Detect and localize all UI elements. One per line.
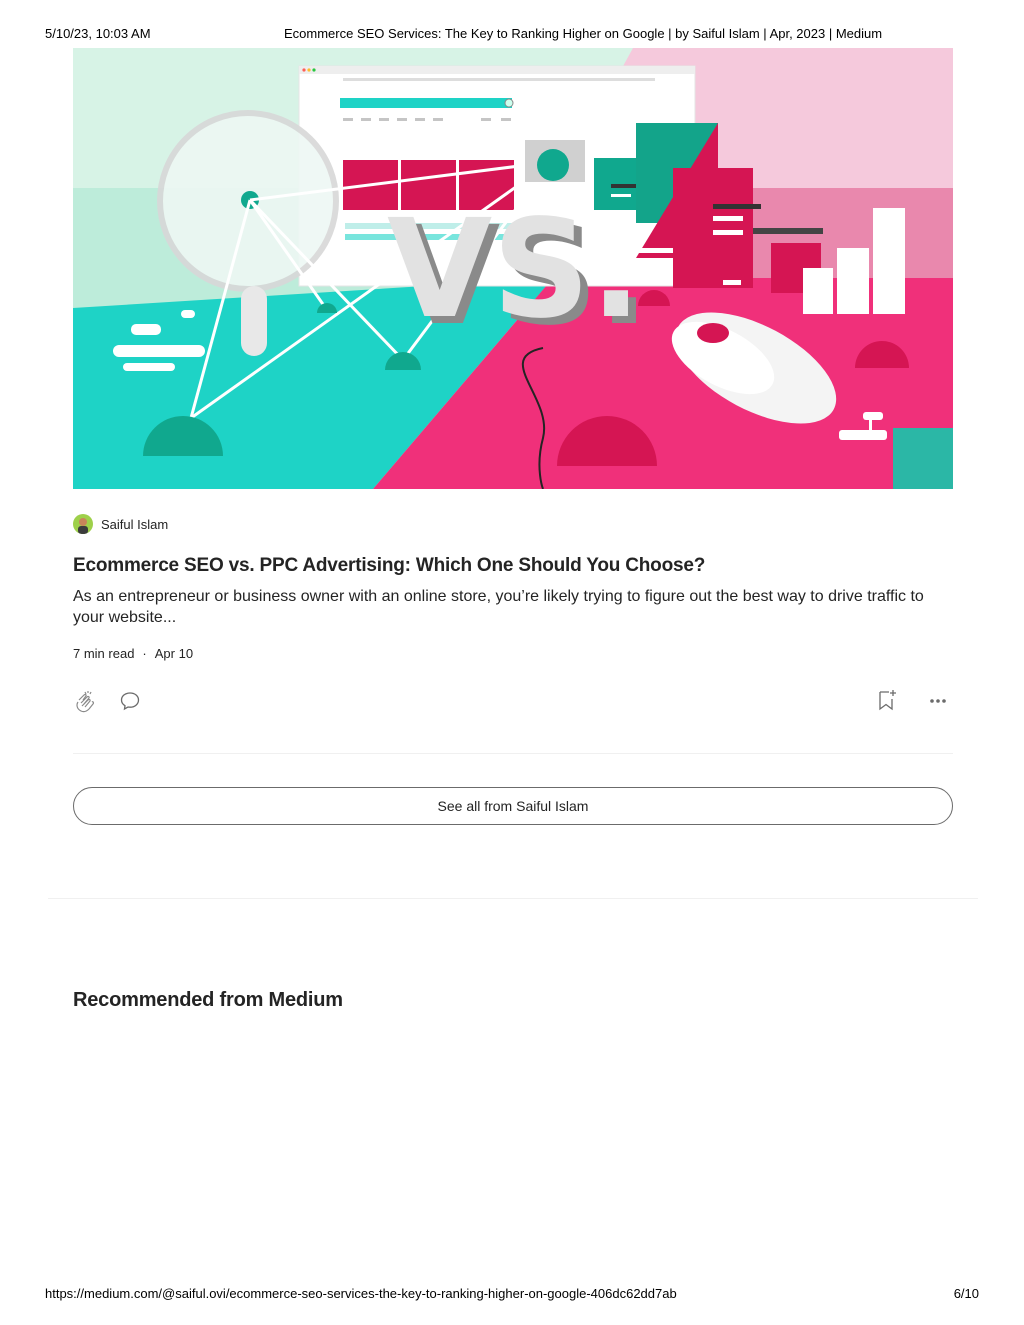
post-title[interactable]: Ecommerce SEO vs. PPC Advertising: Which… — [73, 555, 953, 577]
post-date: Apr 10 — [154, 646, 194, 661]
author-row[interactable]: Saiful Islam — [73, 513, 168, 535]
post-excerpt[interactable]: As an entrepreneur or business owner wit… — [73, 586, 953, 628]
post-actions — [73, 688, 953, 714]
print-header: 5/10/23, 10:03 AM Ecommerce SEO Services… — [0, 24, 1024, 42]
section-divider — [48, 898, 978, 899]
hero-image: VS. VS. — [73, 48, 953, 489]
see-all-button[interactable]: See all from Saiful Islam — [73, 787, 953, 825]
recommended-heading: Recommended from Medium — [73, 989, 343, 1011]
read-time: 7 min read — [73, 646, 135, 661]
print-footer: https://medium.com/@saiful.ovi/ecommerce… — [0, 1284, 1024, 1302]
bookmark-add-icon[interactable] — [876, 688, 898, 717]
print-date: 5/10/23, 10:03 AM — [45, 26, 151, 41]
print-url: https://medium.com/@saiful.ovi/ecommerce… — [45, 1286, 677, 1301]
more-icon[interactable] — [928, 694, 948, 713]
author-avatar[interactable] — [73, 514, 93, 534]
meta-separator: · — [142, 646, 147, 661]
author-name[interactable]: Saiful Islam — [101, 517, 168, 532]
vs-text: VS. — [387, 191, 642, 349]
section-divider — [73, 753, 953, 754]
comment-icon[interactable] — [119, 690, 141, 717]
print-page-title: Ecommerce SEO Services: The Key to Ranki… — [284, 26, 883, 41]
clap-icon[interactable] — [73, 688, 97, 719]
print-page-number: 6/10 — [953, 1286, 979, 1301]
post-meta: 7 min read · Apr 10 — [73, 646, 193, 661]
